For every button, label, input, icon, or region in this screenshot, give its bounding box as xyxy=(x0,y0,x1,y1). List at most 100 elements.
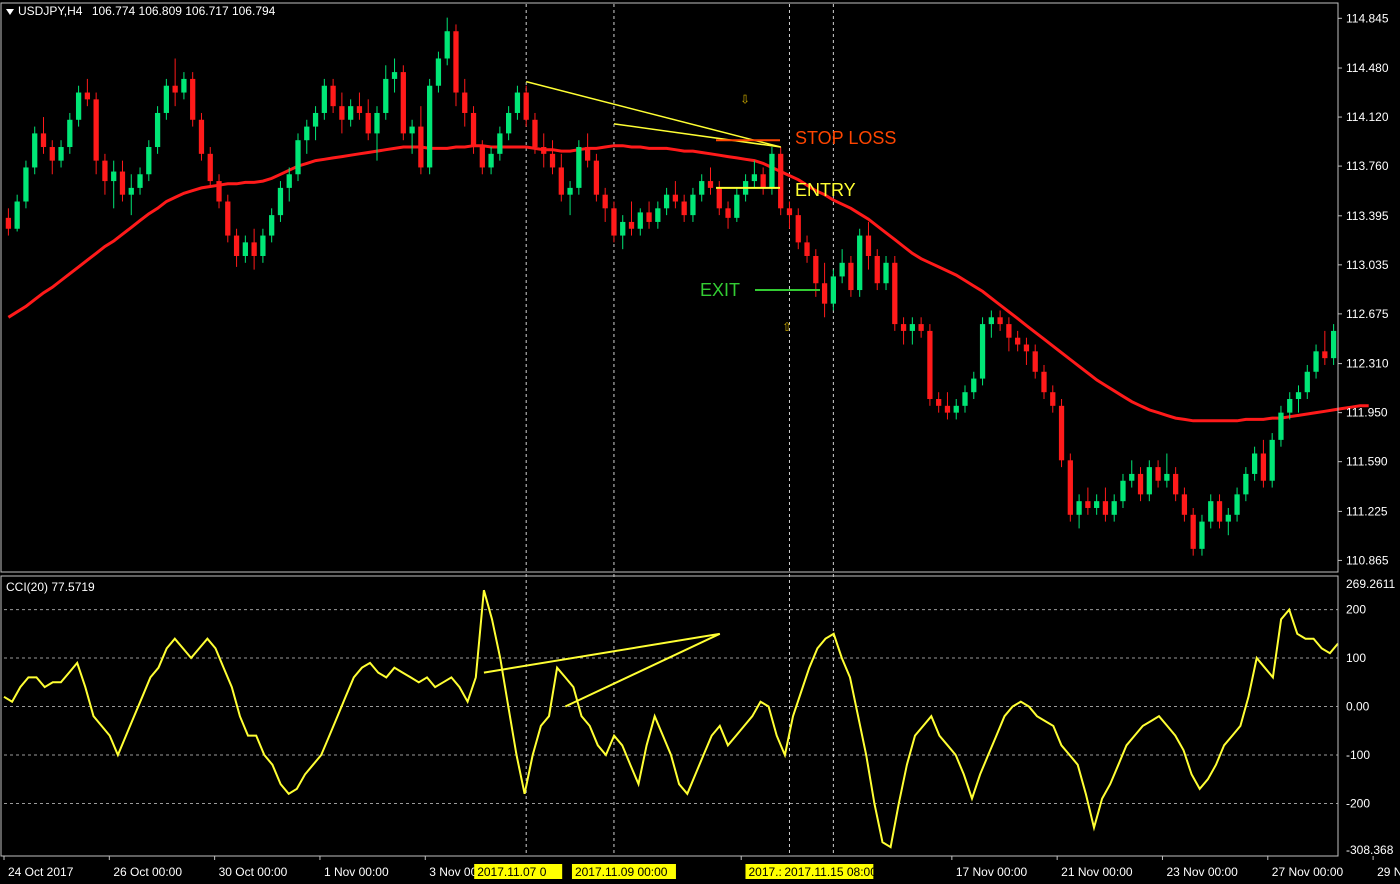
candle xyxy=(75,85,82,127)
x-tick-label: 26 Oct 00:00 xyxy=(113,865,182,879)
candle-body xyxy=(462,92,468,113)
candle xyxy=(997,310,1003,331)
candle xyxy=(663,187,670,216)
candle xyxy=(119,160,126,202)
candle-body xyxy=(1067,460,1073,515)
candle-body xyxy=(1023,344,1030,352)
candle-body xyxy=(1155,467,1161,481)
cci-y-tick-label: -100 xyxy=(1346,748,1370,762)
candle-body xyxy=(1129,473,1135,481)
candle-body xyxy=(1050,392,1056,406)
candle-body xyxy=(1322,351,1328,359)
candle-body xyxy=(137,174,143,188)
candle-body xyxy=(927,330,933,400)
stop-loss-label: STOP LOSS xyxy=(795,128,896,148)
candle-body xyxy=(93,99,99,161)
candle xyxy=(181,72,187,100)
candle xyxy=(146,140,152,182)
highlight-date-label: 2017.11.09 00:00 xyxy=(571,864,676,879)
candle-body xyxy=(857,235,863,291)
candle xyxy=(1243,467,1249,502)
candle-body xyxy=(1225,514,1231,522)
candle xyxy=(962,385,968,413)
entry-label: ENTRY xyxy=(795,180,856,200)
candle xyxy=(269,208,275,243)
candle xyxy=(865,221,872,270)
price-y-tick-label: 114.120 xyxy=(1346,110,1389,124)
candle-body xyxy=(400,72,406,134)
candle-body xyxy=(778,153,784,209)
candle-body xyxy=(1058,405,1065,461)
candle xyxy=(1190,507,1196,556)
candle-body xyxy=(1076,501,1082,515)
candle xyxy=(1173,467,1179,502)
candle-body xyxy=(734,194,740,218)
candle xyxy=(1208,494,1214,529)
x-tick-label: 24 Oct 2017 xyxy=(8,865,74,879)
candle xyxy=(1216,494,1223,529)
candle-body xyxy=(786,208,793,216)
candle xyxy=(883,255,889,291)
candle-body xyxy=(523,92,529,120)
x-tick-label: 17 Nov 00:00 xyxy=(956,865,1028,879)
candle-body xyxy=(716,187,722,209)
candle-body xyxy=(172,85,178,93)
candle xyxy=(549,140,556,175)
highlight-date-text: 2017.11.09 00:00 xyxy=(575,865,668,879)
candle xyxy=(927,324,933,406)
candle xyxy=(304,119,310,154)
candle xyxy=(1102,487,1109,522)
candle xyxy=(857,228,863,297)
candle-body xyxy=(216,181,222,202)
candle-body xyxy=(602,194,608,209)
x-tick-label: 23 Nov 00:00 xyxy=(1166,865,1238,879)
cci-y-tick-label: 100 xyxy=(1346,651,1366,665)
candle xyxy=(576,140,582,195)
price-y-tick-label: 111.950 xyxy=(1346,406,1388,420)
candle-body xyxy=(1199,521,1205,549)
candle xyxy=(1295,385,1302,413)
candle-body xyxy=(655,208,661,222)
candle-body xyxy=(988,317,994,325)
candle-body xyxy=(1243,473,1249,495)
candle xyxy=(470,106,477,154)
candle-body xyxy=(760,174,766,188)
cci-y-tick-label: -308.368 xyxy=(1346,843,1394,857)
candle-body xyxy=(251,242,257,256)
candle-body xyxy=(874,255,880,284)
candle-body xyxy=(67,119,73,148)
candle-body xyxy=(1041,371,1047,393)
candle-body xyxy=(128,187,134,195)
x-tick-label: 29 Nov 00:00 xyxy=(1377,865,1400,879)
candle-body xyxy=(1006,324,1012,338)
candle-body xyxy=(435,58,442,86)
price-chart[interactable]: STOP LOSS ENTRY EXIT ⇩ ⇧ 114.845 114.480 114.1… xyxy=(0,0,1400,884)
price-y-tick-label: 113.760 xyxy=(1346,159,1389,173)
candle xyxy=(1041,364,1047,400)
candle xyxy=(1322,330,1328,365)
candle-body xyxy=(1208,501,1214,522)
candle xyxy=(1234,487,1240,522)
exit-label: EXIT xyxy=(700,280,740,300)
candle xyxy=(339,92,345,134)
x-tick-label: 27 Nov 00:00 xyxy=(1272,865,1344,879)
candle xyxy=(330,78,336,113)
price-y-tick-label: 113.035 xyxy=(1346,258,1389,272)
candle-body xyxy=(391,72,398,79)
candle-body xyxy=(997,317,1003,325)
candle-body xyxy=(707,181,714,188)
candle-body xyxy=(111,171,117,182)
candle-body xyxy=(1278,412,1284,440)
candle xyxy=(84,78,91,107)
candle xyxy=(1155,460,1161,488)
candle-body xyxy=(699,181,705,195)
candle-body xyxy=(567,187,573,195)
candle xyxy=(14,194,20,232)
candle xyxy=(874,249,880,291)
candle xyxy=(23,160,29,209)
candle xyxy=(1251,446,1258,481)
candle-body xyxy=(190,78,196,120)
candle-body xyxy=(839,262,845,277)
candle-body xyxy=(1173,473,1179,495)
candle xyxy=(1085,487,1091,515)
